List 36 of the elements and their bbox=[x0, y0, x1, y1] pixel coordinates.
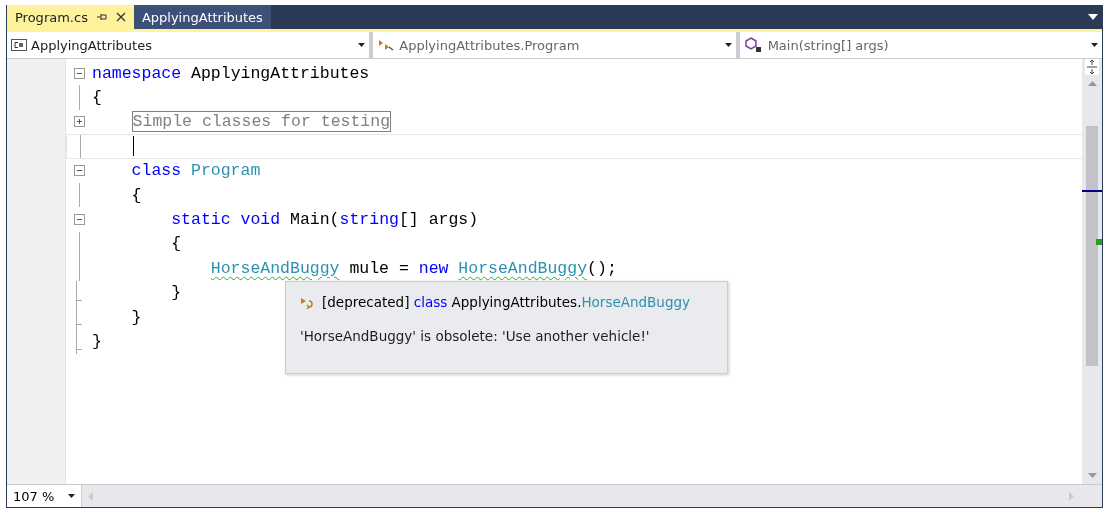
caret-icon bbox=[1091, 43, 1098, 47]
dropdown-icon[interactable] bbox=[1088, 14, 1098, 20]
obsolete-message: 'HorseAndBuggy' is obsolete: 'Use another vehicle!' bbox=[300, 328, 651, 344]
code-line: static void Main(string[] args) bbox=[170, 210, 479, 230]
code-line: { bbox=[92, 88, 102, 108]
code-line: } bbox=[170, 283, 182, 303]
close-icon[interactable] bbox=[115, 12, 126, 22]
type-signature: [deprecated] class ApplyingAttributes.HorseAndBuggy bbox=[322, 294, 691, 310]
code-line: } bbox=[130, 307, 142, 327]
collapse-icon[interactable] bbox=[73, 165, 85, 177]
vertical-scrollbar[interactable] bbox=[1082, 59, 1102, 484]
text-caret bbox=[132, 136, 135, 157]
code-line: { bbox=[130, 185, 142, 205]
document-tab[interactable]: ApplyingAttributes bbox=[133, 5, 271, 29]
pin-icon[interactable] bbox=[95, 12, 108, 22]
expand-icon[interactable] bbox=[73, 116, 85, 128]
class-icon bbox=[300, 295, 316, 309]
document-tab[interactable]: Program.cs bbox=[7, 5, 134, 29]
caret-icon bbox=[68, 494, 76, 498]
code-line: class Program bbox=[130, 161, 261, 181]
code-file-icon bbox=[11, 39, 27, 51]
caret-icon bbox=[358, 43, 366, 47]
caret-icon bbox=[724, 43, 732, 47]
class-icon bbox=[377, 38, 396, 52]
collapse-icon[interactable] bbox=[73, 67, 85, 79]
split-icon[interactable] bbox=[1085, 59, 1099, 75]
scroll-thumb[interactable] bbox=[1086, 126, 1098, 366]
zoom-dropdown[interactable]: 107 % bbox=[7, 485, 83, 507]
code-line: } bbox=[92, 332, 102, 351]
collapse-icon[interactable] bbox=[73, 214, 85, 226]
code-line: HorseAndBuggy mule = new HorseAndBuggy(); bbox=[209, 258, 617, 278]
method-icon bbox=[743, 37, 764, 53]
code-line: { bbox=[170, 234, 182, 254]
code-line: namespace ApplyingAttributes bbox=[92, 63, 370, 83]
caret-position-marker bbox=[1082, 190, 1102, 192]
warning-marker bbox=[1096, 239, 1102, 245]
